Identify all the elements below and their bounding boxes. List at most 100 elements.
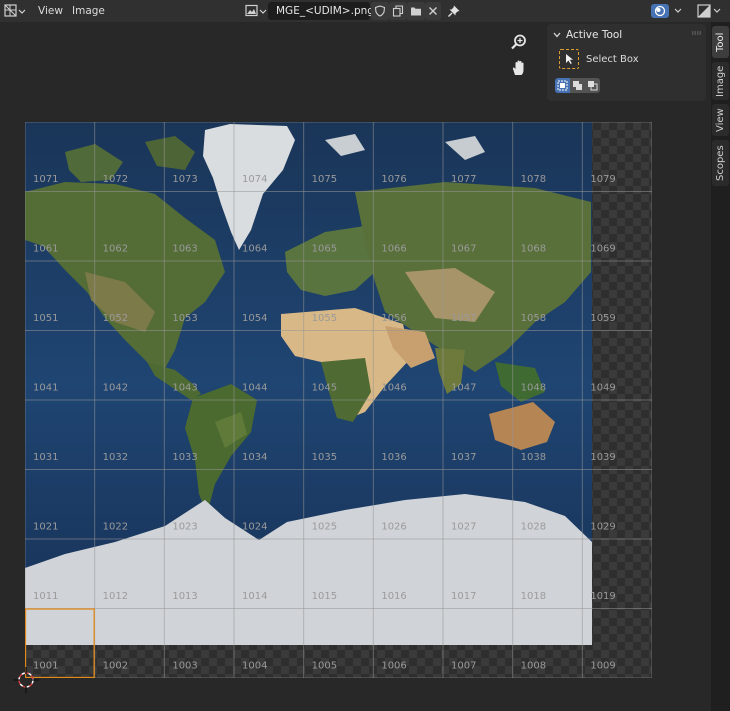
display-channels-button[interactable]: [696, 2, 724, 20]
tile-label-1071: 1071: [33, 174, 58, 185]
editor-type-button[interactable]: [2, 2, 28, 20]
tile-label-1043: 1043: [172, 382, 197, 393]
select-extend-icon: [573, 81, 582, 90]
tile-label-1023: 1023: [172, 521, 197, 532]
tile-label-1026: 1026: [381, 521, 406, 532]
new-image-button[interactable]: [389, 2, 407, 20]
tile-label-1057: 1057: [451, 313, 476, 324]
open-image-button[interactable]: [407, 2, 425, 20]
select-subtract-icon: [588, 81, 598, 91]
tile-label-1066: 1066: [381, 243, 406, 254]
tile-label-1044: 1044: [242, 382, 267, 393]
tile-label-1042: 1042: [103, 382, 128, 393]
hand-icon: [512, 60, 524, 75]
tile-label-1018: 1018: [521, 591, 546, 602]
2d-cursor-icon[interactable]: [11, 665, 41, 695]
drag-grip-icon[interactable]: [692, 31, 701, 35]
mode-subtract-button[interactable]: [585, 78, 600, 93]
tile-label-1029: 1029: [590, 521, 615, 532]
tile-label-1002: 1002: [103, 660, 128, 671]
tile-label-1074: 1074: [242, 174, 267, 185]
tile-label-1046: 1046: [381, 382, 406, 393]
tile-label-1009: 1009: [590, 660, 615, 671]
pin-button[interactable]: [444, 2, 464, 20]
tab-image-label: Image: [715, 65, 726, 97]
tile-label-1003: 1003: [172, 660, 197, 671]
tile-label-1007: 1007: [451, 660, 476, 671]
tile-label-1077: 1077: [451, 174, 476, 185]
tab-scopes-label: Scopes: [715, 145, 726, 181]
tile-label-1076: 1076: [381, 174, 406, 185]
tile-label-1004: 1004: [242, 660, 267, 671]
shield-icon: [374, 5, 386, 17]
select-box-tool-icon[interactable]: [559, 49, 579, 69]
tile-label-1031: 1031: [33, 452, 58, 463]
chevron-down-icon[interactable]: [553, 31, 561, 39]
tile-label-1055: 1055: [312, 313, 337, 324]
image-browse-button[interactable]: [244, 2, 268, 20]
panel-title[interactable]: Active Tool: [566, 29, 622, 41]
tile-label-1038: 1038: [521, 452, 546, 463]
selection-mode-group: [555, 78, 600, 93]
tab-image[interactable]: Image: [712, 62, 729, 100]
fake-user-button[interactable]: [371, 2, 389, 20]
mode-new-button[interactable]: [555, 78, 570, 93]
folder-icon: [411, 7, 421, 16]
display-channels-icon: [697, 4, 721, 18]
tile-label-1017: 1017: [451, 591, 476, 602]
active-tool-panel: Active Tool Select Box: [547, 24, 706, 101]
tile-label-1005: 1005: [312, 660, 337, 671]
close-icon: [429, 7, 437, 15]
header-bar: View Image MGE_<UDIM>.png: [0, 0, 730, 22]
tab-tool[interactable]: Tool: [712, 26, 729, 58]
menu-image[interactable]: Image: [72, 3, 105, 19]
image-viewport[interactable]: 1071 1072 1073 1074 1075 1076 1077 1078 1079 1061…: [0, 22, 711, 711]
tile-label-1078: 1078: [521, 174, 546, 185]
menu-view[interactable]: View: [38, 3, 63, 19]
tile-label-1016: 1016: [381, 591, 406, 602]
tile-label-1068: 1068: [521, 243, 546, 254]
tool-name-label: Select Box: [586, 54, 639, 65]
pin-icon: [448, 5, 460, 17]
tile-label-1075: 1075: [312, 174, 337, 185]
overlay-toggle-button[interactable]: [650, 2, 686, 20]
tile-label-1008: 1008: [521, 660, 546, 671]
tile-label-1079: 1079: [590, 174, 615, 185]
tile-label-1034: 1034: [242, 452, 267, 463]
zoom-icon: [511, 34, 526, 50]
tile-label-1061: 1061: [33, 243, 58, 254]
tile-label-1011: 1011: [33, 591, 58, 602]
tile-label-1033: 1033: [172, 452, 197, 463]
tile-label-1032: 1032: [103, 452, 128, 463]
cursor-arrow-icon: [566, 54, 573, 64]
tile-label-1037: 1037: [451, 452, 476, 463]
tile-label-1022: 1022: [103, 521, 128, 532]
tile-label-1013: 1013: [172, 591, 197, 602]
udim-canvas[interactable]: 1071 1072 1073 1074 1075 1076 1077 1078 1079 1061…: [24, 121, 653, 679]
tab-scopes[interactable]: Scopes: [712, 140, 729, 186]
image-name-field[interactable]: MGE_<UDIM>.png: [268, 2, 374, 20]
tile-label-1019: 1019: [590, 591, 615, 602]
tile-label-1012: 1012: [103, 591, 128, 602]
tile-label-1049: 1049: [590, 382, 615, 393]
tile-label-1069: 1069: [590, 243, 615, 254]
tile-label-1045: 1045: [312, 382, 337, 393]
tab-view[interactable]: View: [712, 104, 729, 136]
tile-label-1054: 1054: [242, 313, 267, 324]
image-icon: [245, 4, 267, 17]
pan-button[interactable]: [508, 57, 530, 79]
tile-label-1024: 1024: [242, 521, 267, 532]
tile-label-1036: 1036: [381, 452, 406, 463]
udim-grid[interactable]: 1071 1072 1073 1074 1075 1076 1077 1078 1079 1061…: [24, 121, 653, 681]
unlink-image-button[interactable]: [425, 2, 441, 20]
zoom-button[interactable]: [508, 31, 530, 53]
tile-label-1062: 1062: [103, 243, 128, 254]
tile-label-1065: 1065: [312, 243, 337, 254]
tile-label-1058: 1058: [521, 313, 546, 324]
mode-extend-button[interactable]: [570, 78, 585, 93]
tab-tool-label: Tool: [715, 32, 726, 52]
tile-label-1056: 1056: [381, 313, 406, 324]
tile-label-1027: 1027: [451, 521, 476, 532]
tile-label-1072: 1072: [103, 174, 128, 185]
tile-label-1059: 1059: [590, 313, 615, 324]
